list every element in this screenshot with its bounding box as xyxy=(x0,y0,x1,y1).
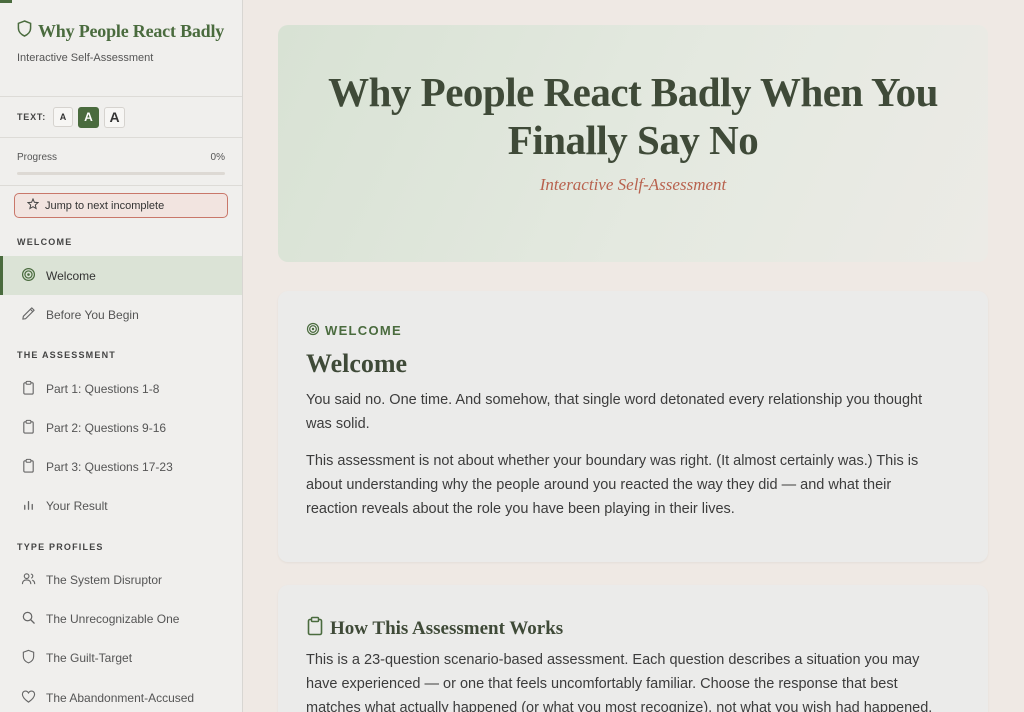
welcome-paragraph-2: This assessment is not about whether you… xyxy=(306,453,919,517)
bar-chart-icon xyxy=(21,497,36,515)
sidebar-item-part-1[interactable]: Part 1: Questions 1-8 xyxy=(0,369,242,408)
text-size-label: TEXT: xyxy=(17,112,47,122)
how-it-works-heading: How This Assessment Works xyxy=(306,616,563,642)
clipboard-icon xyxy=(21,419,36,437)
sidebar-item-label: The Guilt-Target xyxy=(46,650,133,665)
hero-banner: Why People React Badly When You Finally … xyxy=(278,25,988,262)
how-it-works-card: How This Assessment Works This is a 23-q… xyxy=(278,585,988,712)
jump-to-next-incomplete-button[interactable]: Jump to next incomplete xyxy=(14,193,228,218)
progress-bar xyxy=(17,172,225,175)
welcome-eyebrow: WELCOME xyxy=(306,322,402,339)
sidebar-item-label: Part 1: Questions 1-8 xyxy=(46,381,160,396)
sidebar-item-label: Part 2: Questions 9-16 xyxy=(46,420,167,435)
sidebar-item-label: The Unrecognizable One xyxy=(46,611,180,626)
shield-icon xyxy=(21,649,36,667)
sidebar-item-label: Before You Begin xyxy=(46,307,139,322)
pencil-icon xyxy=(21,306,36,324)
app-title-text: Why People React Badly xyxy=(38,20,225,41)
sidebar-item-label: Your Result xyxy=(46,498,108,513)
welcome-heading: Welcome xyxy=(306,349,408,378)
star-icon xyxy=(26,197,40,213)
text-size-medium-button[interactable]: A xyxy=(78,106,100,128)
sidebar-item-label: The System Disruptor xyxy=(46,572,163,587)
section-title-type-profiles: TYPE PROFILES xyxy=(17,542,104,552)
target-icon xyxy=(306,322,320,339)
welcome-eyebrow-text: WELCOME xyxy=(325,323,402,338)
sidebar-item-unrecognizable-one[interactable]: The Unrecognizable One xyxy=(0,599,242,638)
text-size-control: TEXT: A A A xyxy=(0,97,242,138)
how-it-works-paragraph: This is a 23-question scenario-based ass… xyxy=(306,652,933,712)
welcome-paragraph-1: You said no. One time. And somehow, that… xyxy=(306,392,923,432)
sidebar-header: Why People React Badly Interactive Self-… xyxy=(0,0,242,97)
sidebar-item-your-result[interactable]: Your Result xyxy=(0,486,242,525)
page-tagline: Interactive Self-Assessment xyxy=(539,175,727,194)
how-it-works-heading-text: How This Assessment Works xyxy=(330,618,564,639)
app-subtitle: Interactive Self-Assessment xyxy=(17,52,154,64)
sidebar-item-part-2[interactable]: Part 2: Questions 9-16 xyxy=(0,408,242,447)
sidebar-item-system-disruptor[interactable]: The System Disruptor xyxy=(0,560,242,599)
text-size-large-button[interactable]: A xyxy=(104,106,126,128)
clipboard-icon xyxy=(21,380,36,398)
heart-icon xyxy=(21,689,36,707)
sidebar-item-label: The Abandonment-Accused xyxy=(46,690,195,705)
progress-label: Progress xyxy=(17,152,58,163)
users-icon xyxy=(21,571,36,589)
sidebar-item-label: Welcome xyxy=(46,268,96,283)
top-accent-mark xyxy=(0,0,12,3)
sidebar-item-part-3[interactable]: Part 3: Questions 17-23 xyxy=(0,447,242,486)
progress-section: Progress 0% xyxy=(0,138,242,186)
sidebar-item-guilt-target[interactable]: The Guilt-Target xyxy=(0,638,242,677)
app-title: Why People React Badly xyxy=(17,20,225,42)
main-content: Why People React Badly When You Finally … xyxy=(243,0,1024,712)
sidebar-item-label: Part 3: Questions 17-23 xyxy=(46,459,173,474)
target-icon xyxy=(21,267,36,285)
jump-button-label: Jump to next incomplete xyxy=(45,199,165,212)
search-icon xyxy=(21,610,36,628)
text-size-small-button[interactable]: A xyxy=(53,107,74,127)
page-title: Why People React Badly When You Finally … xyxy=(328,69,938,163)
clipboard-icon xyxy=(21,458,36,476)
sidebar-item-before-you-begin[interactable]: Before You Begin xyxy=(0,295,242,334)
clipboard-icon xyxy=(306,616,324,642)
sidebar-item-abandonment-accused[interactable]: The Abandonment-Accused xyxy=(0,678,242,712)
sidebar-item-welcome[interactable]: Welcome xyxy=(0,256,242,295)
progress-value: 0% xyxy=(210,152,225,163)
section-title-welcome: WELCOME xyxy=(17,237,73,247)
welcome-card: WELCOME Welcome You said no. One time. A… xyxy=(278,291,988,562)
sidebar: Why People React Badly Interactive Self-… xyxy=(0,0,243,712)
section-title-assessment: THE ASSESSMENT xyxy=(17,350,116,360)
shield-icon xyxy=(17,20,32,42)
